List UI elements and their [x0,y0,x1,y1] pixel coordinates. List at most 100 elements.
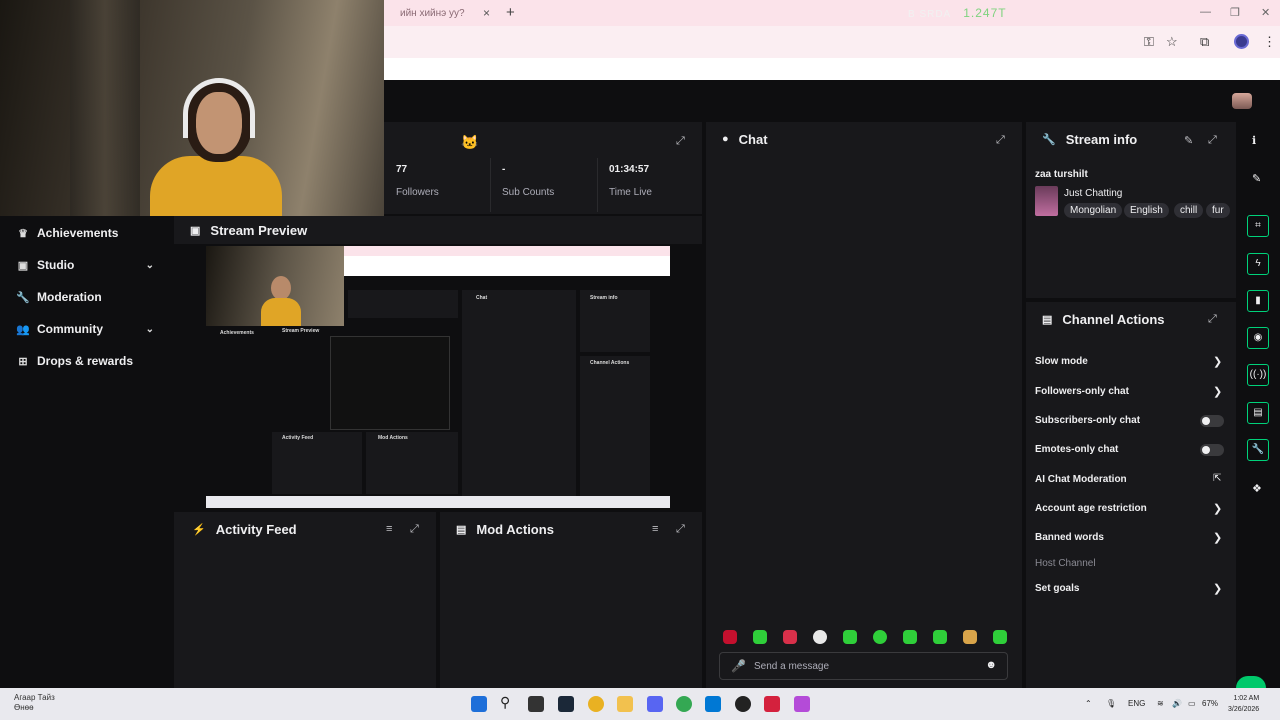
tag[interactable]: fur [1206,203,1230,218]
emote-icon[interactable] [993,630,1007,644]
user-avatar[interactable] [1232,93,1252,109]
divider [490,158,491,212]
chrome-icon[interactable] [588,696,604,712]
mic-tray-icon[interactable]: 🎙 [1106,699,1116,708]
emote-icon[interactable] [873,630,887,644]
filter-icon[interactable]: ≡ [652,523,658,535]
headset [183,78,255,138]
followers-only-row[interactable]: Followers-only chat [1035,386,1129,397]
emote-icon[interactable] [813,630,827,644]
set-goals-row[interactable]: Set goals [1035,583,1079,594]
ai-moderation-row[interactable]: AI Chat Moderation [1035,474,1127,485]
emote-icon[interactable] [723,630,737,644]
sidebar-item-achievements[interactable]: ♛ Achievements [0,218,172,248]
chevron-down-icon[interactable]: ⌄ [146,324,154,335]
emote-icon[interactable] [783,630,797,644]
tab-close-icon[interactable]: × [483,6,490,20]
clip-icon[interactable]: ⌗ [1247,215,1269,237]
pocket-icon[interactable] [764,696,780,712]
minimize-icon[interactable]: — [1200,6,1211,18]
task-view-icon[interactable] [528,696,544,712]
tag[interactable]: Mongolian [1064,203,1123,218]
emote-icon[interactable] [903,630,917,644]
chat-icon[interactable]: ◉ [1247,327,1269,349]
emote-icon[interactable] [843,630,857,644]
popout-icon[interactable]: ⤢ [676,135,685,148]
microphone-icon[interactable]: 🎤 [731,659,746,673]
broadcast-icon[interactable]: ((·)) [1247,364,1269,386]
key-icon[interactable]: ⚿ [1144,34,1154,50]
popout-icon[interactable]: ⤢ [996,134,1005,147]
menu-icon[interactable]: ⋮ [1263,34,1276,50]
chevron-right-icon[interactable]: ❯ [1213,531,1222,544]
obs-icon[interactable] [735,696,751,712]
new-tab-icon[interactable]: + [506,4,515,21]
windows-start-icon[interactable] [471,696,487,712]
chevron-right-icon[interactable]: ❯ [1213,502,1222,515]
window-close-icon[interactable]: ✕ [1261,6,1270,19]
stream-preview-video[interactable]: Chat Stream info Channel Actions Achieve… [206,246,670,508]
language-indicator[interactable]: ENG [1128,699,1145,708]
popout-icon[interactable]: ⤢ [1208,313,1217,326]
extensions-icon[interactable]: ⧉ [1200,34,1209,50]
emote-icon[interactable] [963,630,977,644]
chevron-right-icon[interactable]: ❯ [1213,582,1222,595]
chevron-down-icon[interactable]: ⌄ [146,260,154,271]
search-icon[interactable]: ⚲ [500,694,516,710]
star-icon[interactable]: ☆ [1166,34,1178,50]
pencil-icon[interactable]: ✎ [1184,134,1193,147]
system-clock[interactable]: 1:02 AM 3/26/2026 [1228,693,1259,715]
app-icon[interactable] [794,696,810,712]
tag[interactable]: chill [1174,203,1204,218]
volume-icon[interactable]: 🔊 [1172,699,1182,708]
info-icon[interactable]: ℹ [1252,134,1256,147]
activity-feed-header: ⚡ Activity Feed [174,512,436,546]
account-age-row[interactable]: Account age restriction [1035,503,1147,514]
popout-icon[interactable]: ⤢ [676,523,685,536]
emote-icon[interactable] [933,630,947,644]
battery-icon[interactable]: ▭ [1188,699,1196,708]
tag[interactable]: English [1124,203,1169,218]
server-icon[interactable]: ▤ [1247,402,1269,424]
banned-words-row[interactable]: Banned words [1035,532,1104,543]
document-icon[interactable]: ▮ [1247,290,1269,312]
chevron-right-icon[interactable]: ❯ [1213,355,1222,368]
emoji-icon[interactable]: ☻ [985,659,997,671]
stream-category[interactable]: Just Chatting [1064,188,1122,199]
maximize-icon[interactable]: ❐ [1230,6,1240,19]
filter-icon[interactable]: ≡ [386,523,392,535]
lightning-icon[interactable]: ϟ [1247,253,1269,275]
emotes-only-toggle[interactable] [1200,444,1224,456]
sidebar-item-label: Moderation [37,290,102,304]
slow-mode-row[interactable]: Slow mode [1035,356,1088,367]
sidebar-item-community[interactable]: 👥 Community ⌄ [0,314,172,344]
subscribers-only-toggle[interactable] [1200,415,1224,427]
pencil-icon[interactable]: ✎ [1252,172,1261,185]
category-thumbnail [1035,186,1058,216]
sidebar-item-studio[interactable]: ▣ Studio ⌄ [0,250,172,280]
preview-channel-actions [580,356,650,496]
wifi-icon[interactable]: ≋ [1157,699,1164,708]
chevron-right-icon[interactable]: ❯ [1213,385,1222,398]
wrench-icon[interactable]: 🔧 [1247,439,1269,461]
weather-widget[interactable]: Агаар Тайз Өнөө [14,693,55,713]
chat-input[interactable]: 🎤 Send a message ☻ [719,652,1008,680]
photos-icon[interactable] [705,696,721,712]
profile-avatar[interactable] [1234,34,1249,49]
external-link-icon[interactable]: ⇱ [1213,473,1221,484]
folder-icon[interactable] [617,696,633,712]
discord-icon[interactable] [647,696,663,712]
tray-chevron-icon[interactable]: ⌃ [1085,699,1092,708]
sidebar-item-moderation[interactable]: 🔧 Moderation [0,282,172,312]
sidebar-item-label: Studio [37,258,75,272]
preview-face [271,276,291,300]
chrome-profile-icon[interactable] [676,696,692,712]
steam-icon[interactable] [558,696,574,712]
browser-tab-title[interactable]: ийн хийнэ уу? [400,8,465,19]
sidebar-item-drops-rewards[interactable]: ⊞ Drops & rewards [0,346,172,376]
lightning-icon: ⚡ [192,523,206,536]
popout-icon[interactable]: ⤢ [410,523,419,536]
popout-icon[interactable]: ⤢ [1208,134,1217,147]
extensions-icon[interactable]: ❖ [1252,482,1262,495]
emote-icon[interactable] [753,630,767,644]
